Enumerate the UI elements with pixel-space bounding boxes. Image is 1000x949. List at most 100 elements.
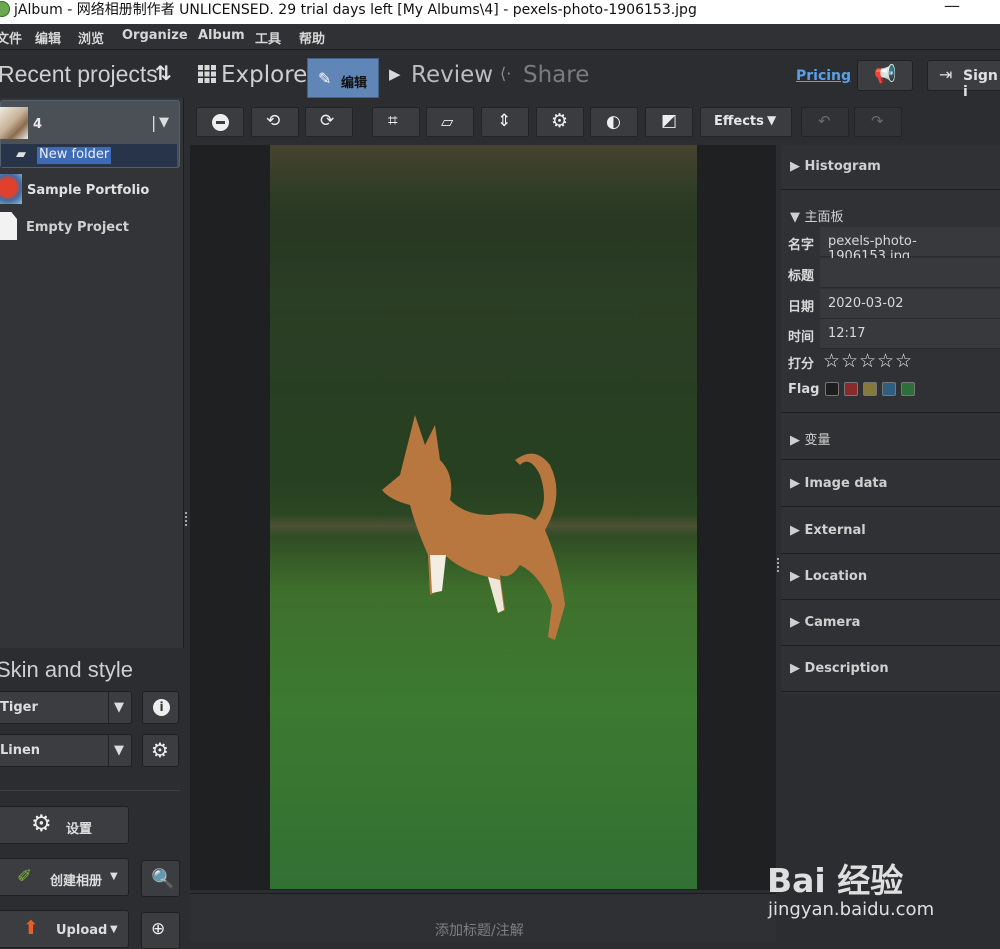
make-album-button[interactable]: ✐ 创建相册 ▼ — [0, 858, 129, 896]
minimize-icon[interactable]: — — [944, 0, 960, 16]
redo-button[interactable]: ↷ — [854, 107, 902, 137]
expand-icon: ▶ — [790, 476, 805, 491]
effects-button[interactable]: Effects ▼ — [700, 107, 792, 137]
current-project-card[interactable]: 4 | ▼ ▰ New folder — [0, 100, 180, 168]
pricing-link[interactable]: Pricing — [796, 68, 851, 84]
gear-icon: ⚙ — [551, 110, 569, 132]
recent-projects-heading: Recent projects — [0, 61, 158, 87]
menu-tools[interactable]: 工具 — [255, 28, 281, 47]
upload-dropdown-icon[interactable]: ▼ — [110, 924, 118, 935]
field-date-row: 日期 2020-03-02 — [781, 289, 1000, 319]
sign-in-button[interactable]: ⇥ Sign i — [927, 60, 1000, 100]
tab-edit[interactable]: ✎ 编辑 — [307, 58, 379, 98]
section-external-label: ▶ External — [790, 523, 866, 538]
skin-info-button[interactable]: i — [142, 691, 179, 724]
field-name-input[interactable]: pexels-photo-1906153.jpg — [820, 227, 1000, 264]
flag-swatch-red[interactable] — [844, 382, 858, 396]
pencil-icon: ✎ — [318, 69, 332, 88]
sort-icon[interactable]: ⇅ — [155, 61, 172, 85]
caption-area[interactable]: 添加标题/注解 — [190, 893, 776, 942]
flip-button[interactable]: ⇕ — [481, 107, 529, 137]
straighten-button[interactable]: ▱ — [426, 107, 474, 137]
field-date-label: 日期 — [788, 300, 815, 315]
section-main-panel[interactable]: ▼ 主面板 — [781, 192, 1000, 225]
style-value: Linen — [0, 743, 41, 758]
divider — [781, 405, 1000, 413]
skin-settings-button[interactable]: ⚙ — [142, 734, 179, 767]
folder-name[interactable]: New folder — [37, 147, 112, 164]
flag-swatch-green[interactable] — [901, 382, 915, 396]
recent-item-empty-project[interactable]: Empty Project — [26, 220, 129, 235]
announcements-button[interactable]: 📢 — [857, 60, 913, 91]
contrast-button[interactable]: ◐ — [590, 107, 638, 137]
rating-label: 打分 — [788, 357, 815, 372]
section-location[interactable]: ▶ Location — [781, 555, 1000, 600]
style-select[interactable]: Linen ▼ — [0, 734, 132, 767]
skin-select[interactable]: Tiger ▼ — [0, 691, 132, 724]
photo-hedge-top — [270, 145, 697, 225]
tab-review[interactable]: Review — [411, 62, 493, 88]
field-date-input[interactable]: 2020-03-02 — [820, 289, 1000, 319]
adjust-button[interactable]: ⚙ — [536, 107, 584, 137]
section-camera[interactable]: ▶ Camera — [781, 601, 1000, 646]
flag-swatch-none[interactable] — [825, 382, 839, 396]
recent-item-sample-portfolio[interactable]: Sample Portfolio — [27, 183, 149, 198]
expand-icon: ▶ — [790, 569, 805, 584]
make-album-label: 创建相册 — [50, 874, 103, 889]
caption-placeholder[interactable]: 添加标题/注解 — [435, 920, 524, 940]
crop-icon: ⌗ — [388, 111, 398, 131]
flag-swatch-blue[interactable] — [882, 382, 896, 396]
menu-edit[interactable]: 编辑 — [35, 28, 61, 47]
rating-star-1-icon[interactable]: ☆ — [823, 350, 840, 372]
project-thumbnail — [0, 107, 28, 139]
section-histogram[interactable]: ▶ Histogram — [781, 145, 1000, 190]
field-title-input[interactable] — [820, 258, 1000, 288]
make-album-dropdown-icon[interactable]: ▼ — [110, 871, 118, 882]
tab-share[interactable]: Share — [523, 62, 589, 88]
tab-edit-label: 编辑 — [341, 76, 368, 91]
expand-icon: ▶ — [790, 661, 805, 676]
image-viewer[interactable] — [190, 145, 776, 890]
rating-star-2-icon[interactable]: ☆ — [841, 350, 858, 372]
menu-file[interactable]: 文件 — [0, 28, 22, 47]
watermark-brand: Bai 经验 — [767, 861, 904, 900]
upload-button[interactable]: ⬆ Upload ▼ — [0, 910, 129, 948]
rating-star-4-icon[interactable]: ☆ — [877, 350, 894, 372]
rating-star-5-icon[interactable]: ☆ — [895, 350, 912, 372]
rotate-right-button[interactable]: ⟳ — [305, 107, 353, 137]
exposure-button[interactable]: ◩ — [645, 107, 693, 137]
field-time-input[interactable]: 12:17 — [820, 319, 1000, 349]
header-bar: Recent projects ⇅ Explore ✎ 编辑 ▶ Review … — [0, 51, 1000, 101]
preview-button[interactable]: 🔍 — [141, 860, 180, 897]
section-image-data[interactable]: ▶ Image data — [781, 462, 1000, 507]
left-splitter-grip[interactable] — [185, 512, 187, 526]
section-variables[interactable]: ▶ 变量 — [781, 415, 1000, 460]
zoom-out-button[interactable] — [196, 107, 244, 137]
section-external[interactable]: ▶ External — [781, 509, 1000, 554]
empty-project-icon — [0, 212, 17, 240]
field-title-label: 标题 — [788, 269, 815, 284]
project-dropdown-icon[interactable]: ▼ — [159, 115, 169, 130]
web-preview-button[interactable]: ⊕ — [141, 912, 180, 949]
right-splitter-grip[interactable] — [777, 558, 779, 572]
flag-swatch-yellow[interactable] — [863, 382, 877, 396]
exposure-icon: ◩ — [661, 111, 678, 131]
menu-browse[interactable]: 浏览 — [78, 28, 104, 47]
tab-explore[interactable]: Explore — [221, 62, 307, 88]
settings-button[interactable]: ⚙ 设置 — [0, 806, 129, 844]
section-location-label: ▶ Location — [790, 569, 868, 584]
menu-organize[interactable]: Organize — [122, 28, 188, 43]
menu-help[interactable]: 帮助 — [299, 28, 325, 47]
undo-button[interactable]: ↶ — [801, 107, 849, 137]
section-description[interactable]: ▶ Description — [781, 647, 1000, 692]
rotate-left-button[interactable]: ⟲ — [251, 107, 299, 137]
crop-button[interactable]: ⌗ — [372, 107, 420, 137]
rating-star-3-icon[interactable]: ☆ — [859, 350, 876, 372]
folder-row[interactable]: ▰ New folder — [1, 144, 177, 167]
skin-dropdown-icon: ▼ — [114, 700, 124, 715]
photo-dog-on-grass[interactable] — [270, 145, 697, 889]
watermark-url: jingyan.baidu.com — [768, 899, 935, 920]
baidu-watermark: Bai 经验 jingyan.baidu.com — [767, 838, 997, 938]
menu-album[interactable]: Album — [198, 28, 245, 43]
style-dropdown-icon: ▼ — [114, 743, 124, 758]
